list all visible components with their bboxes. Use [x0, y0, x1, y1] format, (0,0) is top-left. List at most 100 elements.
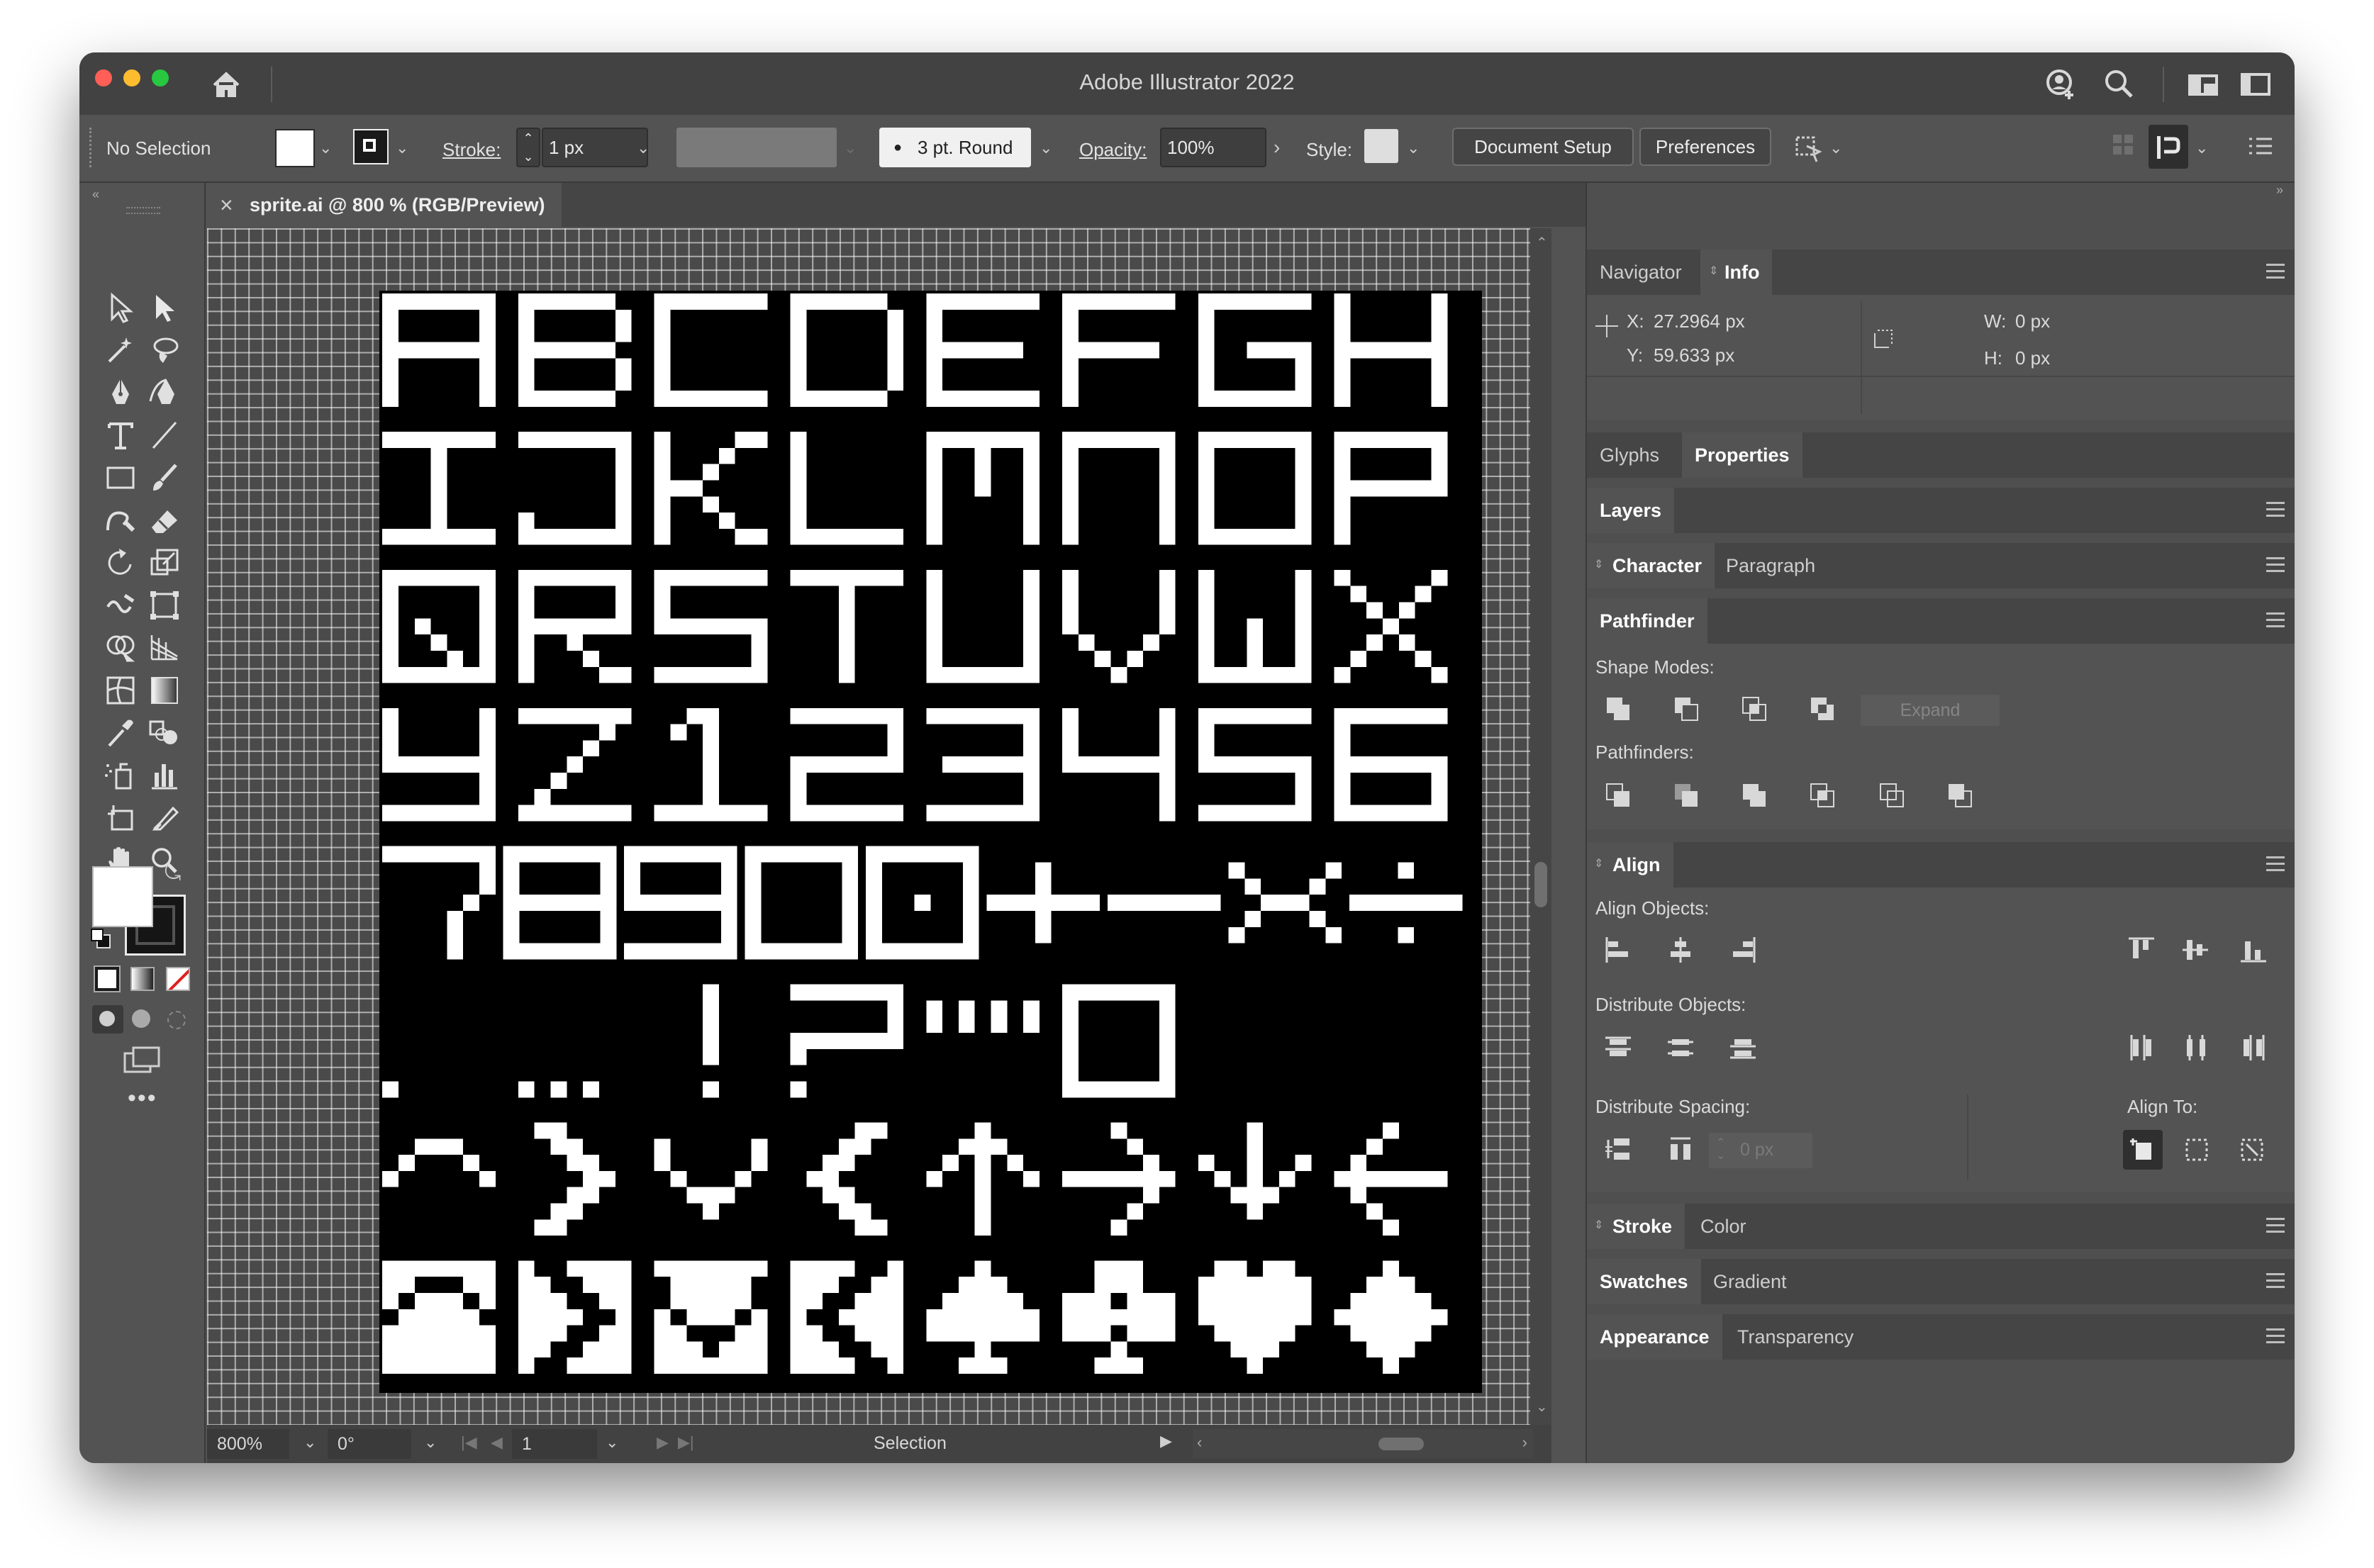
exclude-icon[interactable] [1807, 693, 1838, 724]
tab-color[interactable]: Color [1688, 1204, 1759, 1249]
align-to-pixel-dropdown-icon[interactable]: ⌄ [1829, 139, 1842, 157]
scroll-down-icon[interactable]: ⌄ [1536, 1398, 1548, 1416]
artboard-number-input[interactable]: 1 [512, 1429, 597, 1459]
slice-tool-icon[interactable] [145, 798, 184, 838]
document-tab[interactable]: × sprite.ai @ 800 % (RGB/Preview) [207, 183, 562, 227]
glyph-3-7[interactable] [1334, 707, 1448, 822]
glyph-3-0[interactable] [382, 707, 496, 822]
none-mode-icon[interactable] [166, 967, 190, 991]
artboard-dropdown-icon[interactable]: ⌄ [606, 1433, 618, 1452]
next-artboard-icon[interactable]: ▶ [657, 1433, 669, 1452]
tab-transparency[interactable]: Transparency [1724, 1314, 1866, 1360]
stroke-panel-menu-icon[interactable] [2266, 1218, 2285, 1235]
glyph-7-7[interactable] [1334, 1260, 1448, 1374]
paintbrush-tool-icon[interactable] [145, 458, 184, 498]
vertical-distribute-bottom-icon[interactable] [1727, 1032, 1759, 1063]
horizontal-distribute-right-icon[interactable] [2238, 1032, 2269, 1063]
tab-glyphs[interactable]: Glyphs [1587, 432, 1672, 478]
vertical-align-top-icon[interactable] [2126, 934, 2157, 965]
glyph-0-3[interactable] [790, 293, 904, 407]
appearance-panel-menu-icon[interactable] [2266, 1328, 2285, 1345]
glyph-0-0[interactable] [382, 293, 496, 407]
info-panel-menu-icon[interactable] [2266, 264, 2285, 281]
tab-layers[interactable]: Layers [1587, 488, 1675, 533]
glyph-6-7[interactable] [1334, 1122, 1448, 1236]
tab-pathfinder[interactable]: Pathfinder [1587, 598, 1707, 644]
default-fill-stroke-icon[interactable] [91, 929, 111, 948]
horizontal-align-left-icon[interactable] [1603, 934, 1634, 965]
scroll-up-icon[interactable]: ⌃ [1536, 234, 1548, 252]
glyph-3-3[interactable] [790, 707, 904, 822]
opacity-label[interactable]: Opacity: [1079, 139, 1147, 161]
glyph-4-8[interactable] [1349, 862, 1463, 943]
glyph-4-1[interactable] [503, 846, 617, 960]
stroke-weight-input[interactable]: 1 px [542, 128, 648, 167]
pathfinder-panel-menu-icon[interactable] [2266, 612, 2285, 629]
glyph-0-1[interactable] [518, 293, 632, 407]
stroke-weight-dropdown-icon[interactable]: ⌄ [637, 139, 650, 157]
variable-width-profile[interactable] [676, 128, 837, 167]
pen-tool-icon[interactable] [101, 373, 140, 413]
glyph-6-6[interactable] [1198, 1122, 1312, 1220]
zoom-dropdown-icon[interactable]: ⌄ [303, 1433, 316, 1452]
glyph-3-4[interactable] [926, 707, 1040, 822]
glyph-3-5[interactable] [1062, 707, 1176, 822]
glyph-6-2[interactable] [654, 1138, 768, 1220]
mesh-tool-icon[interactable] [101, 671, 140, 710]
glyph-2-4[interactable] [926, 569, 1040, 683]
glyph-5-4[interactable] [926, 1000, 1040, 1034]
spacing-value-input[interactable]: ⌃ ⌄ 0 px [1709, 1133, 1812, 1168]
glyph-0-6[interactable] [1198, 293, 1312, 407]
glyph-2-5[interactable] [1062, 569, 1176, 683]
zoom-level-input[interactable]: 800% [207, 1429, 289, 1459]
rotate-tool-icon[interactable] [101, 543, 140, 583]
selection-tool-icon[interactable] [101, 288, 140, 327]
rotation-dropdown-icon[interactable]: ⌄ [424, 1433, 437, 1452]
eraser-tool-icon[interactable] [145, 500, 184, 540]
align-to-artboard-button[interactable] [2123, 1130, 2163, 1170]
rotation-input[interactable]: 0° [328, 1429, 411, 1459]
unite-icon[interactable] [1603, 693, 1634, 724]
glyph-5-2[interactable] [703, 984, 719, 1098]
graph-tool-icon[interactable] [145, 756, 184, 795]
warp-tool-icon[interactable] [101, 586, 140, 625]
glyph-7-6[interactable] [1198, 1260, 1312, 1374]
expand-button[interactable]: Expand [1861, 695, 2000, 726]
status-menu-arrow-icon[interactable]: ▶ [1160, 1432, 1172, 1450]
panel-collapse-arrows-icon[interactable]: ⇕ [1709, 264, 1718, 278]
glyph-2-1[interactable] [518, 569, 632, 683]
intersect-icon[interactable] [1739, 693, 1770, 724]
align-to-key-object-icon[interactable] [2236, 1134, 2268, 1165]
rectangle-tool-icon[interactable] [101, 458, 140, 498]
minus-front-icon[interactable] [1671, 693, 1702, 724]
glyph-3-2[interactable] [654, 707, 768, 822]
direct-selection-tool-icon[interactable] [145, 288, 184, 327]
vertical-distribute-center-icon[interactable] [1665, 1032, 1696, 1063]
horizontal-scrollbar[interactable]: ‹ › [1193, 1429, 1533, 1459]
character-collapse-arrows-icon[interactable]: ⇕ [1594, 557, 1603, 571]
glyph-2-3[interactable] [790, 569, 904, 683]
line-tool-icon[interactable] [145, 415, 184, 455]
glyph-1-4[interactable] [926, 432, 1040, 545]
brush-definition[interactable]: ● 3 pt. Round [879, 128, 1031, 167]
previous-artboard-icon[interactable]: ◀ [491, 1433, 503, 1452]
tab-swatches[interactable]: Swatches [1587, 1259, 1701, 1304]
gradient-mode-icon[interactable] [130, 967, 155, 991]
artboard-tool-icon[interactable] [101, 798, 140, 838]
vertical-distribute-space-icon[interactable] [1603, 1133, 1634, 1164]
horizontal-distribute-left-icon[interactable] [2126, 1032, 2157, 1063]
stroke-swatch[interactable] [353, 129, 389, 164]
search-icon[interactable] [2099, 64, 2140, 105]
collapse-toolbar-icon[interactable]: « [92, 187, 99, 202]
close-document-icon[interactable]: × [220, 183, 233, 227]
shaper-tool-icon[interactable] [101, 500, 140, 540]
scroll-right-icon[interactable]: › [1522, 1433, 1527, 1452]
crop-icon[interactable] [1807, 780, 1838, 811]
glyph-1-1[interactable] [518, 432, 632, 545]
glyph-5-5[interactable] [1062, 984, 1176, 1098]
canvas[interactable]: ⌃ ⌄ [207, 228, 1551, 1425]
tab-paragraph[interactable]: Paragraph [1713, 543, 1828, 588]
scale-tool-icon[interactable] [145, 543, 184, 583]
align-panel-menu-icon[interactable] [2266, 856, 2285, 873]
last-artboard-icon[interactable]: ▶| [678, 1433, 694, 1452]
